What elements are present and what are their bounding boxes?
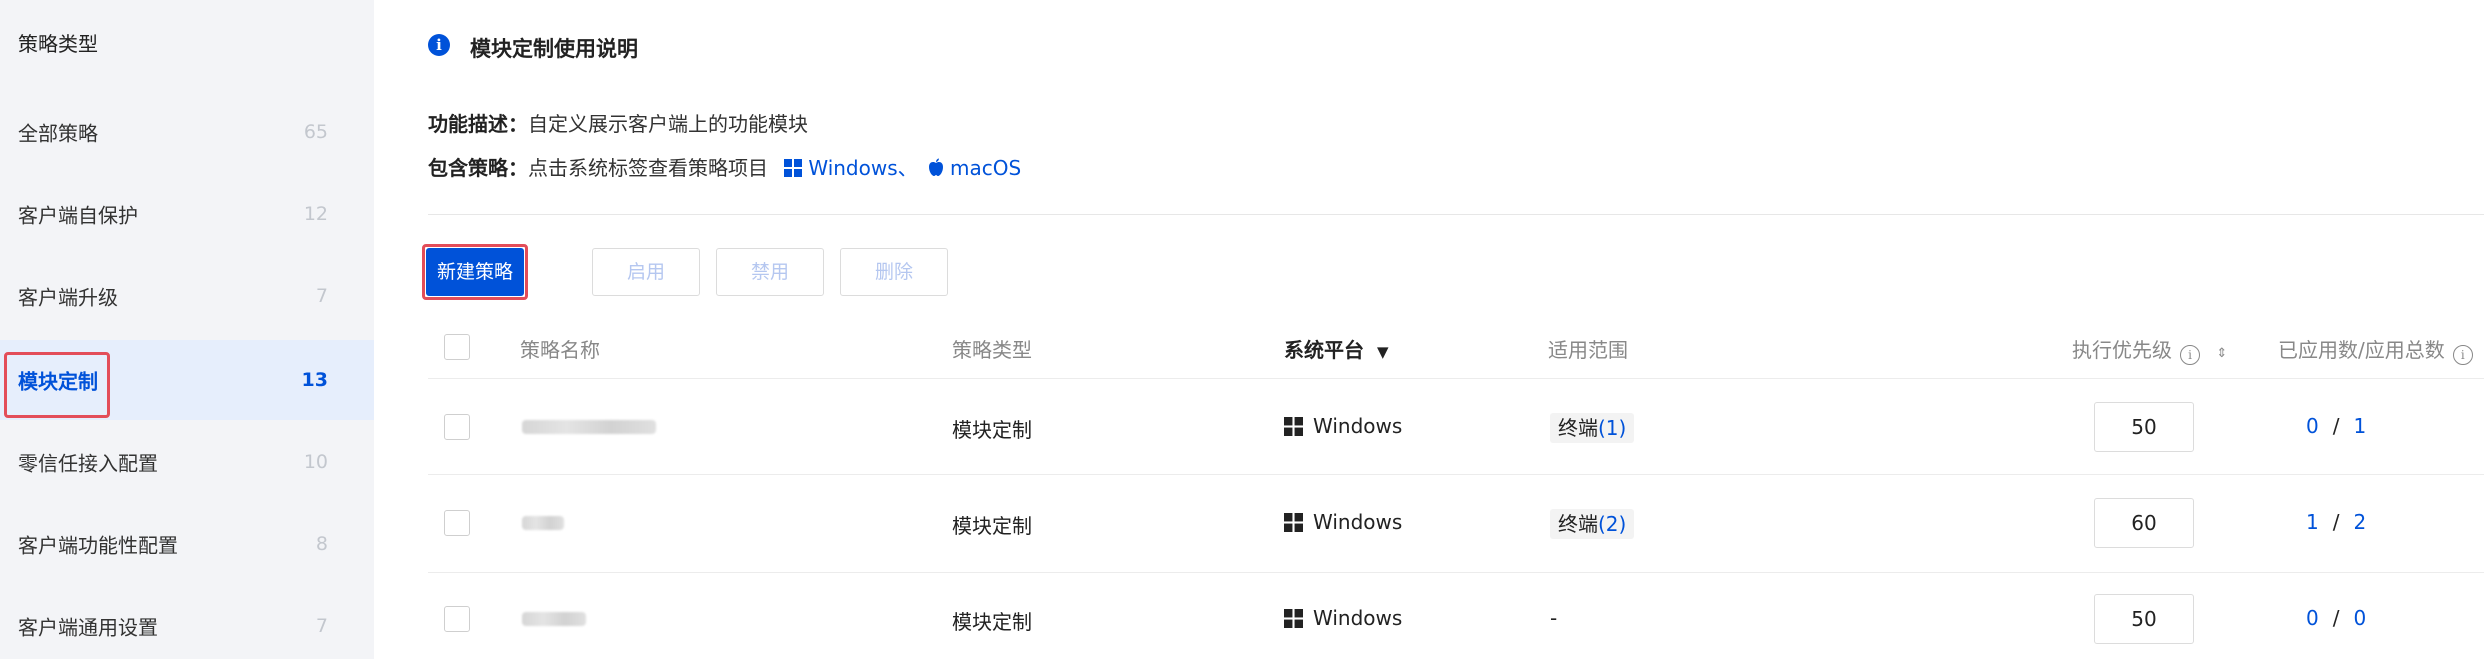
sidebar-item-zero-trust[interactable]: 零信任接入配置 10 [0,424,374,500]
platform-cell: Windows [1284,606,1402,633]
row-divider [428,572,2484,573]
sidebar-item-label: 客户端功能性配置 [18,533,178,558]
enable-button[interactable]: 启用 [592,248,700,296]
sidebar-item-count: 8 [315,533,328,555]
sidebar-item-all[interactable]: 全部策略 65 [0,94,374,170]
description-value: 自定义展示客户端上的功能模块 [528,112,808,136]
include-key: 包含策略： [428,156,528,180]
column-header-name: 策略名称 [520,338,600,362]
delete-button[interactable]: 删除 [840,248,948,296]
select-all-checkbox[interactable] [444,334,470,360]
policy-name-redacted[interactable] [522,516,564,530]
sort-icon[interactable]: ⇕ [2216,346,2227,361]
policy-type: 模块定制 [952,418,1032,442]
apple-icon [928,158,944,182]
policy-type: 模块定制 [952,610,1032,634]
row-checkbox[interactable] [444,510,470,536]
sidebar-item-count: 13 [301,369,328,391]
row-divider [428,378,2484,379]
sidebar-item-count: 7 [315,615,328,637]
applied-count[interactable]: 0 [2306,606,2319,630]
total-count[interactable]: 0 [2353,606,2366,630]
windows-icon [784,158,803,182]
priority-input[interactable]: 50 [2094,402,2194,452]
windows-link[interactable]: Windows、 [808,156,917,180]
windows-icon [1284,417,1303,441]
usage-separator: / [2332,414,2340,438]
policy-type: 模块定制 [952,514,1032,538]
info-icon: i [2452,345,2473,365]
macos-link[interactable]: macOS [950,156,1021,180]
windows-icon [1284,513,1303,537]
sidebar-item-label: 客户端自保护 [18,203,138,228]
sidebar-item-label: 零信任接入配置 [18,451,158,476]
windows-icon [1284,609,1303,633]
scope-count: (1) [1598,416,1627,440]
sidebar-item-general-settings[interactable]: 客户端通用设置 7 [0,588,374,664]
description-key: 功能描述： [428,112,528,136]
column-header-type: 策略类型 [952,338,1032,362]
row-checkbox[interactable] [444,606,470,632]
function-description: 功能描述：自定义展示客户端上的功能模块 [428,108,808,137]
sidebar-item-count: 10 [303,451,328,473]
sidebar: 策略类型 全部策略 65 客户端自保护 12 客户端升级 7 模块定制 13 零… [0,0,374,659]
usage-separator: / [2332,510,2340,534]
usage-cell: 0 / 1 [2306,414,2366,438]
platform-cell: Windows [1284,414,1402,441]
total-count[interactable]: 2 [2353,510,2366,534]
usage-cell: 0 / 0 [2306,606,2366,630]
sidebar-item-count: 12 [303,203,328,225]
usage-separator: / [2332,606,2340,630]
scope-tag[interactable]: 终端(1) [1550,413,1635,443]
info-icon: i [428,34,450,56]
platform-label: Windows [1313,606,1403,630]
applied-count[interactable]: 0 [2306,414,2319,438]
platform-header-label: 系统平台 [1284,338,1364,362]
scope-tag[interactable]: 终端(2) [1550,509,1635,539]
included-policies: 包含策略：点击系统标签查看策略项目 Windows、 macOS [428,152,1021,182]
sidebar-item-count: 65 [303,121,328,143]
sidebar-item-count: 7 [315,285,328,307]
info-icon: i [2180,345,2200,365]
highlight-box [422,244,528,300]
platform-label: Windows [1313,510,1403,534]
priority-header-label: 执行优先级 [2072,338,2172,362]
column-header-usage: 已应用数/应用总数 i [2278,334,2473,365]
divider [428,214,2484,215]
sidebar-item-function-config[interactable]: 客户端功能性配置 8 [0,506,374,582]
guide-title: 模块定制使用说明 [470,37,638,61]
include-value: 点击系统标签查看策略项目 [528,156,768,180]
main-panel: i 模块定制使用说明 功能描述：自定义展示客户端上的功能模块 包含策略：点击系统… [374,0,2484,659]
policy-name-redacted[interactable] [522,612,586,626]
usage-header-label: 已应用数/应用总数 [2278,338,2445,362]
sidebar-title: 策略类型 [18,32,98,56]
policy-name-redacted[interactable] [522,420,656,434]
usage-cell: 1 / 2 [2306,510,2366,534]
scope-empty: - [1550,606,1558,630]
sidebar-item-label: 客户端通用设置 [18,615,158,640]
column-header-platform[interactable]: 系统平台 ▼ [1284,334,1389,363]
scope-label: 终端 [1558,512,1598,536]
platform-label: Windows [1313,414,1403,438]
platform-cell: Windows [1284,510,1402,537]
filter-icon[interactable]: ▼ [1377,343,1389,361]
sidebar-item-upgrade[interactable]: 客户端升级 7 [0,258,374,334]
row-checkbox[interactable] [444,414,470,440]
column-header-scope: 适用范围 [1548,338,1628,362]
applied-count[interactable]: 1 [2306,510,2319,534]
priority-input[interactable]: 60 [2094,498,2194,548]
total-count[interactable]: 1 [2353,414,2366,438]
row-divider [428,474,2484,475]
column-header-priority[interactable]: 执行优先级 i ⇕ [2072,334,2227,365]
sidebar-item-label: 客户端升级 [18,285,118,310]
scope-label: 终端 [1558,416,1598,440]
highlight-box [4,352,110,418]
disable-button[interactable]: 禁用 [716,248,824,296]
priority-input[interactable]: 50 [2094,594,2194,644]
scope-count: (2) [1598,512,1627,536]
sidebar-item-self-protect[interactable]: 客户端自保护 12 [0,176,374,252]
sidebar-item-label: 全部策略 [18,121,98,146]
